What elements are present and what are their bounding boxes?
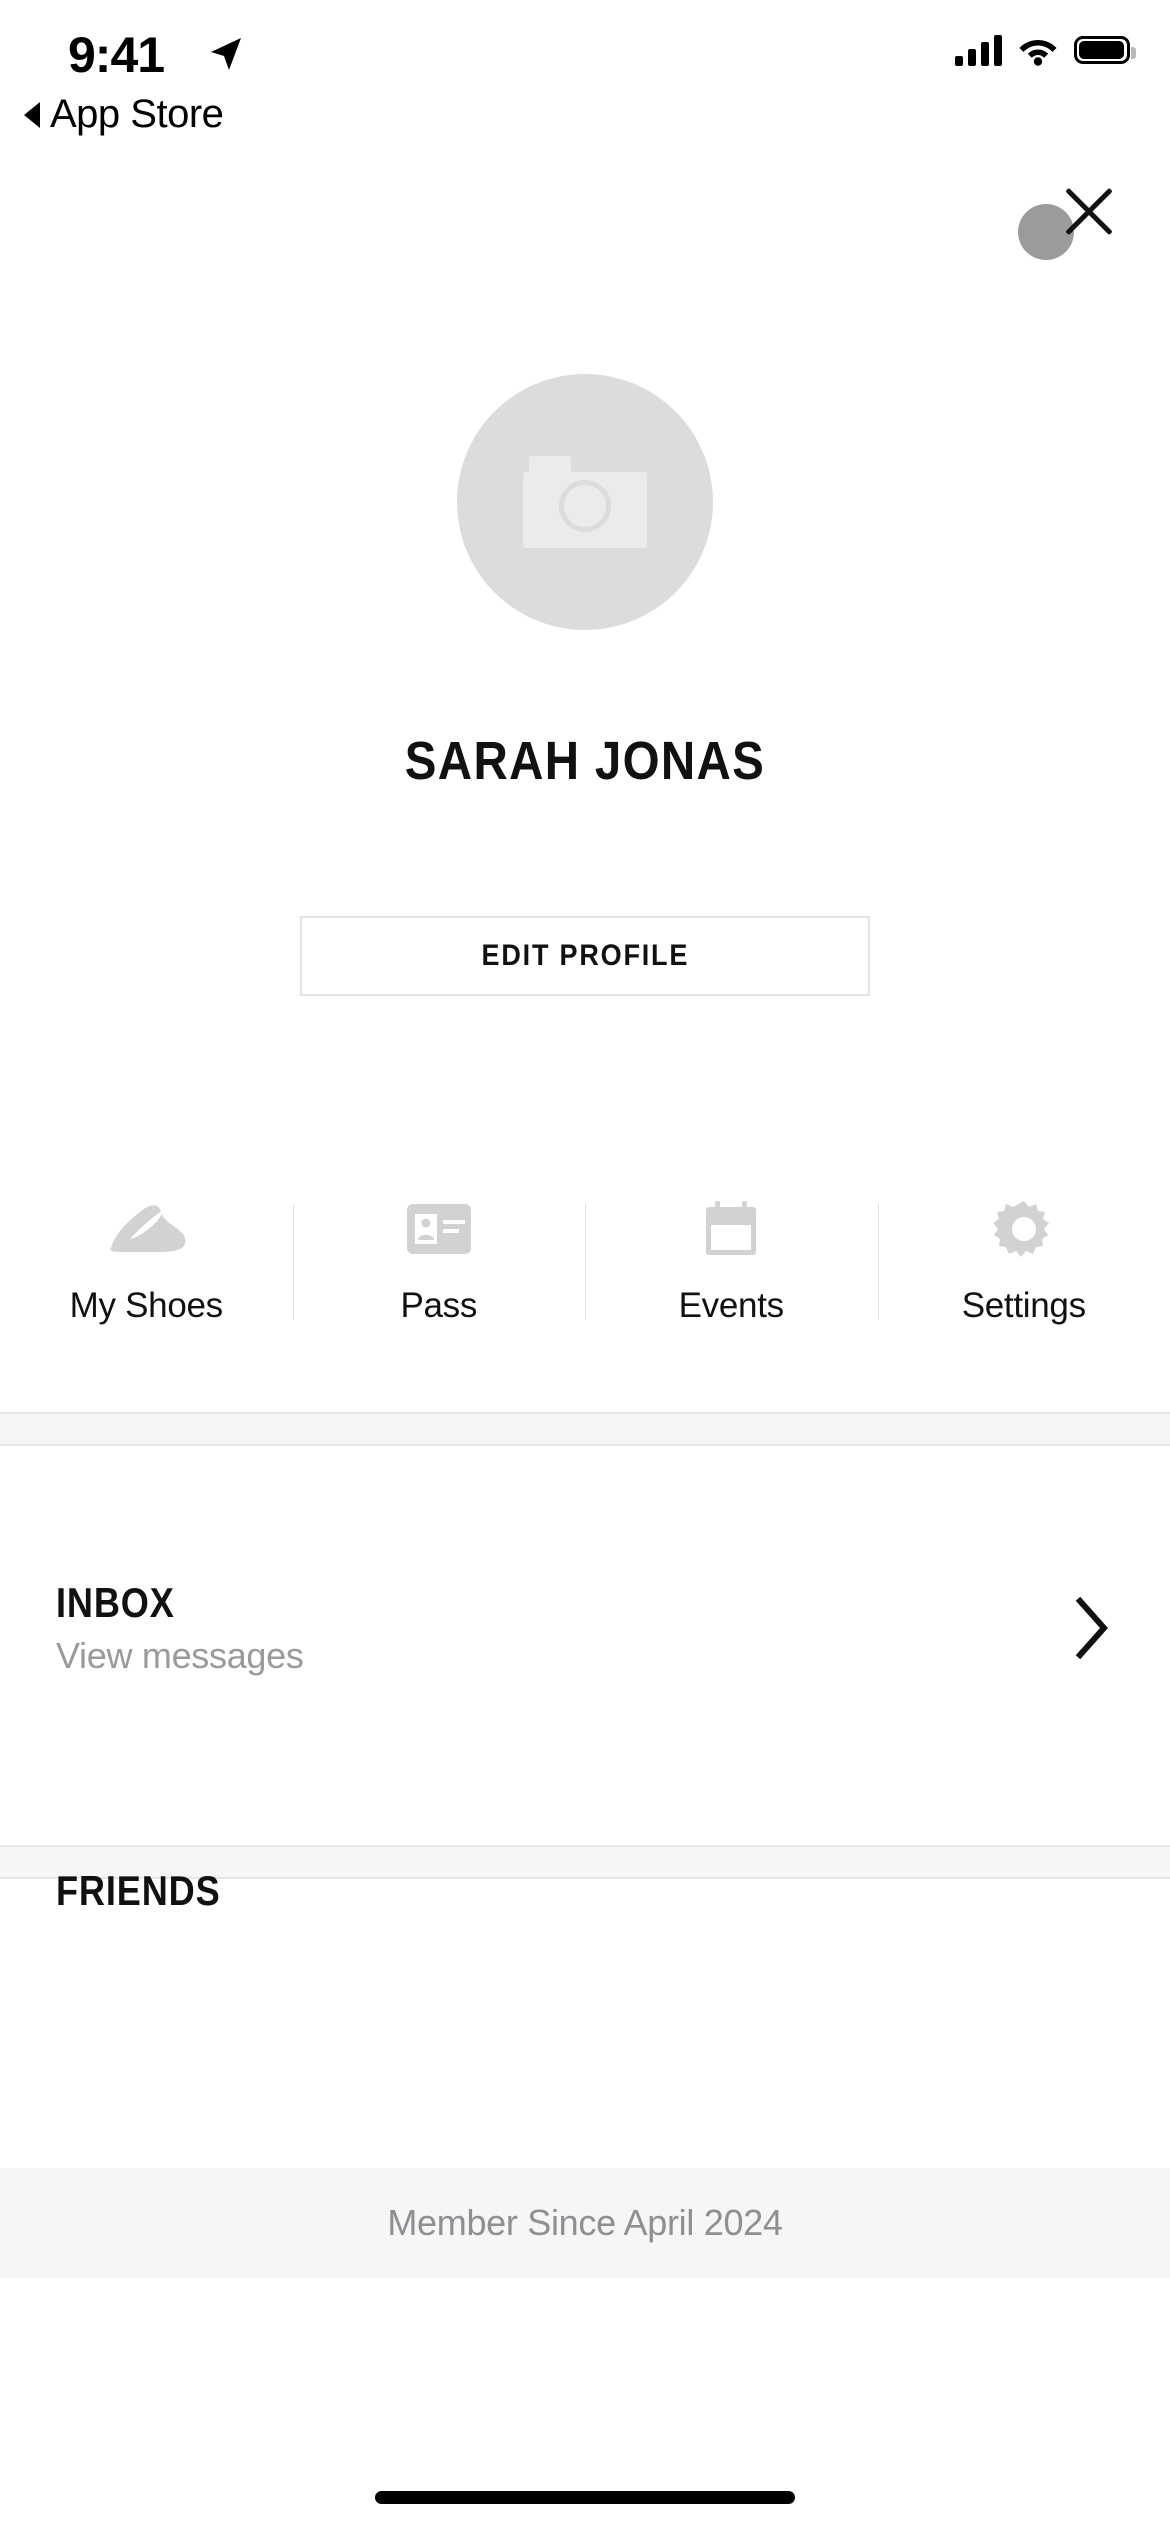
quick-action-label: Settings — [961, 1286, 1086, 1325]
inbox-text-group: INBOX View messages — [56, 1579, 304, 1677]
status-bar: 9:41 — [0, 0, 1170, 100]
friends-title: FRIENDS — [56, 1867, 221, 1914]
home-indicator[interactable] — [375, 2491, 795, 2504]
avatar-container — [0, 374, 1170, 630]
close-button[interactable] — [1018, 178, 1122, 282]
quick-action-pass[interactable]: Pass — [292, 1190, 586, 1350]
membership-footer: Member Since April 2024 — [0, 2168, 1170, 2278]
section-divider-top — [0, 1412, 1170, 1446]
back-app-label: App Store — [50, 92, 224, 136]
quick-action-settings[interactable]: Settings — [877, 1190, 1170, 1350]
page-title: SARAH JONAS — [404, 731, 766, 791]
sneaker-icon — [103, 1190, 189, 1268]
inbox-subtitle: View messages — [56, 1635, 304, 1676]
avatar[interactable] — [457, 374, 713, 630]
quick-actions-row: My Shoes Pass Events Settings — [0, 1190, 1170, 1350]
back-triangle-icon — [24, 101, 40, 128]
profile-screen: 9:41 App Store SARAH JONAS EDIT PROFILE … — [0, 0, 1170, 2532]
quick-action-events[interactable]: Events — [585, 1190, 878, 1350]
edit-profile-button[interactable]: EDIT PROFILE — [300, 916, 870, 996]
edit-profile-label: EDIT PROFILE — [481, 939, 689, 972]
membership-text: Member Since April 2024 — [387, 2202, 783, 2243]
gear-icon — [993, 1190, 1054, 1268]
status-bar-indicators — [955, 34, 1136, 66]
back-to-app-store-button[interactable]: App Store — [24, 92, 224, 137]
cellular-signal-icon — [955, 34, 1002, 66]
close-x-icon — [1056, 178, 1122, 244]
location-arrow-icon — [211, 38, 241, 70]
quick-action-my-shoes[interactable]: My Shoes — [0, 1190, 293, 1350]
quick-action-label: My Shoes — [69, 1286, 224, 1325]
camera-placeholder-icon — [523, 456, 647, 548]
status-bar-time: 9:41 — [68, 27, 165, 83]
id-card-icon — [406, 1190, 471, 1268]
quick-action-label: Pass — [400, 1286, 478, 1325]
battery-full-icon — [1074, 36, 1136, 64]
calendar-icon — [701, 1190, 761, 1268]
chevron-right-icon — [1075, 1597, 1109, 1659]
inbox-title: INBOX — [56, 1579, 175, 1626]
inbox-row[interactable]: INBOX View messages — [0, 1478, 1170, 1778]
wifi-icon — [1019, 40, 1057, 66]
quick-action-label: Events — [678, 1286, 785, 1325]
